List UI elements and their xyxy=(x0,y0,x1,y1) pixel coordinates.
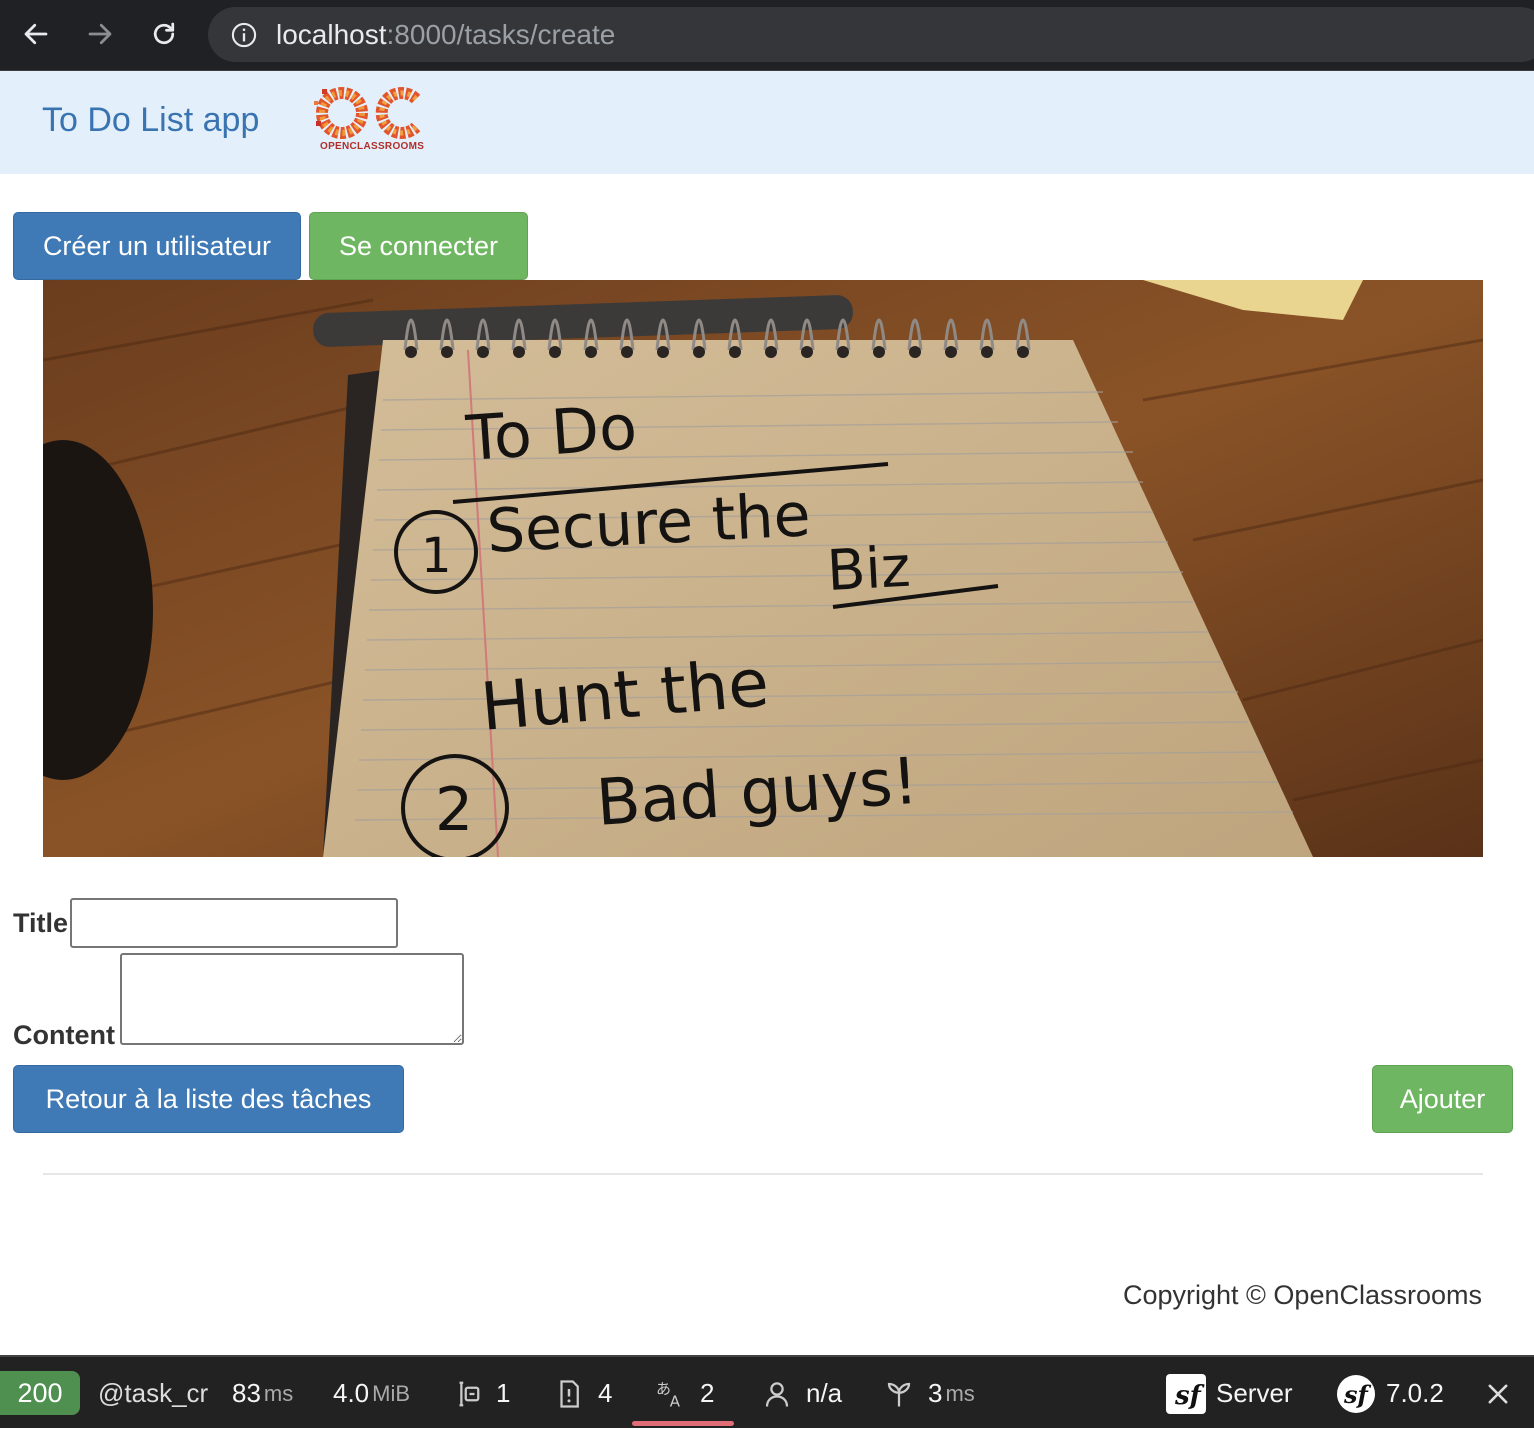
arrow-right-icon xyxy=(88,23,112,45)
note-number-2: 2 xyxy=(435,775,473,845)
log-warning-icon xyxy=(560,1379,579,1408)
svg-text:あ: あ xyxy=(656,1380,671,1398)
reload-icon xyxy=(153,22,175,45)
info-icon[interactable] xyxy=(230,21,258,49)
title-input[interactable] xyxy=(70,898,398,948)
title-label: Title xyxy=(13,908,69,938)
forms-panel[interactable]: 1 xyxy=(452,1357,510,1430)
route-name[interactable]: @task_cr xyxy=(98,1357,214,1430)
login-button[interactable]: Se connecter xyxy=(309,212,528,280)
svg-text:sf: sf xyxy=(1343,1380,1372,1409)
forms-count: 1 xyxy=(496,1378,511,1408)
twig-unit: ms xyxy=(945,1380,975,1406)
server-label: Server xyxy=(1216,1378,1293,1408)
back-to-list-button[interactable]: Retour à la liste des tâches xyxy=(13,1065,404,1133)
logo-caption: OPENCLASSROOMS xyxy=(320,141,425,152)
symfony-logo-icon: sf xyxy=(1337,1374,1375,1413)
user-value: n/a xyxy=(806,1378,843,1408)
logo-c-mark xyxy=(375,87,421,139)
content-textarea[interactable] xyxy=(120,953,464,1045)
user-icon xyxy=(765,1381,789,1407)
arrow-left-icon xyxy=(24,23,48,45)
openclassrooms-logo: OPENCLASSROOMS xyxy=(308,81,428,161)
symfony-version: 7.0.2 xyxy=(1386,1378,1444,1408)
memory-unit: MiB xyxy=(372,1380,411,1406)
address-bar[interactable]: localhost:8000/tasks/create xyxy=(208,7,1534,62)
create-user-button[interactable]: Créer un utilisateur xyxy=(13,212,301,280)
reload-button[interactable] xyxy=(144,14,184,54)
note-line-biz: Biz xyxy=(825,535,912,604)
translations-warning-indicator xyxy=(632,1421,734,1426)
route-text: @task_cr xyxy=(98,1378,209,1408)
logs-panel[interactable]: 4 xyxy=(554,1357,612,1430)
logo-o-mark xyxy=(314,87,368,139)
url-host: localhost xyxy=(276,19,387,50)
request-time[interactable]: 83 ms xyxy=(232,1357,293,1430)
url-text[interactable]: localhost:8000/tasks/create xyxy=(276,19,615,51)
back-button[interactable] xyxy=(16,14,56,54)
copyright-text: Copyright © OpenClassrooms xyxy=(1122,1280,1482,1310)
translations-count: 2 xyxy=(700,1378,715,1408)
close-toolbar-button[interactable] xyxy=(1484,1357,1512,1430)
note-number-1: 1 xyxy=(421,528,452,584)
symfony-server-icon: sf xyxy=(1166,1373,1206,1414)
app-navbar: To Do List app OPENCLASSROOMS xyxy=(0,71,1534,174)
memory-value: 4.0 xyxy=(333,1378,370,1408)
status-code-badge[interactable]: 200 xyxy=(0,1371,80,1415)
time-unit: ms xyxy=(263,1380,294,1406)
content-label: Content xyxy=(13,1020,115,1050)
security-panel[interactable]: n/a xyxy=(762,1357,842,1430)
server-panel[interactable]: sf Server xyxy=(1166,1357,1293,1430)
note-line-todo: To Do xyxy=(463,390,639,475)
forward-button[interactable] xyxy=(80,14,120,54)
close-icon xyxy=(1488,1384,1508,1403)
svg-text:sf: sf xyxy=(1174,1381,1205,1411)
add-task-button[interactable]: Ajouter xyxy=(1372,1065,1513,1133)
symfony-version-panel[interactable]: sf 7.0.2 xyxy=(1336,1357,1444,1430)
twig-value: 3 xyxy=(928,1378,943,1408)
symfony-debug-toolbar: 200 @task_cr 83 ms 4.0 MiB 1 4 あA 2 n/a 3m… xyxy=(0,1355,1534,1428)
memory-usage[interactable]: 4.0 MiB xyxy=(333,1357,410,1430)
translation-icon: あA xyxy=(656,1380,681,1409)
time-value: 83 xyxy=(232,1378,261,1408)
hero-image: To Do 1 Secure the Biz Hunt the 2 Bad gu… xyxy=(43,280,1483,857)
twig-panel[interactable]: 3 ms xyxy=(884,1357,975,1430)
form-icon xyxy=(459,1381,480,1406)
translations-panel[interactable]: あA 2 xyxy=(656,1357,714,1430)
twig-leaf-icon xyxy=(887,1382,911,1406)
footer-divider xyxy=(43,1173,1483,1175)
url-path: :8000/tasks/create xyxy=(386,19,616,50)
logs-count: 4 xyxy=(598,1378,613,1408)
browser-toolbar: localhost:8000/tasks/create xyxy=(0,0,1534,71)
brand-link[interactable]: To Do List app xyxy=(42,101,259,140)
svg-text:A: A xyxy=(670,1392,681,1409)
